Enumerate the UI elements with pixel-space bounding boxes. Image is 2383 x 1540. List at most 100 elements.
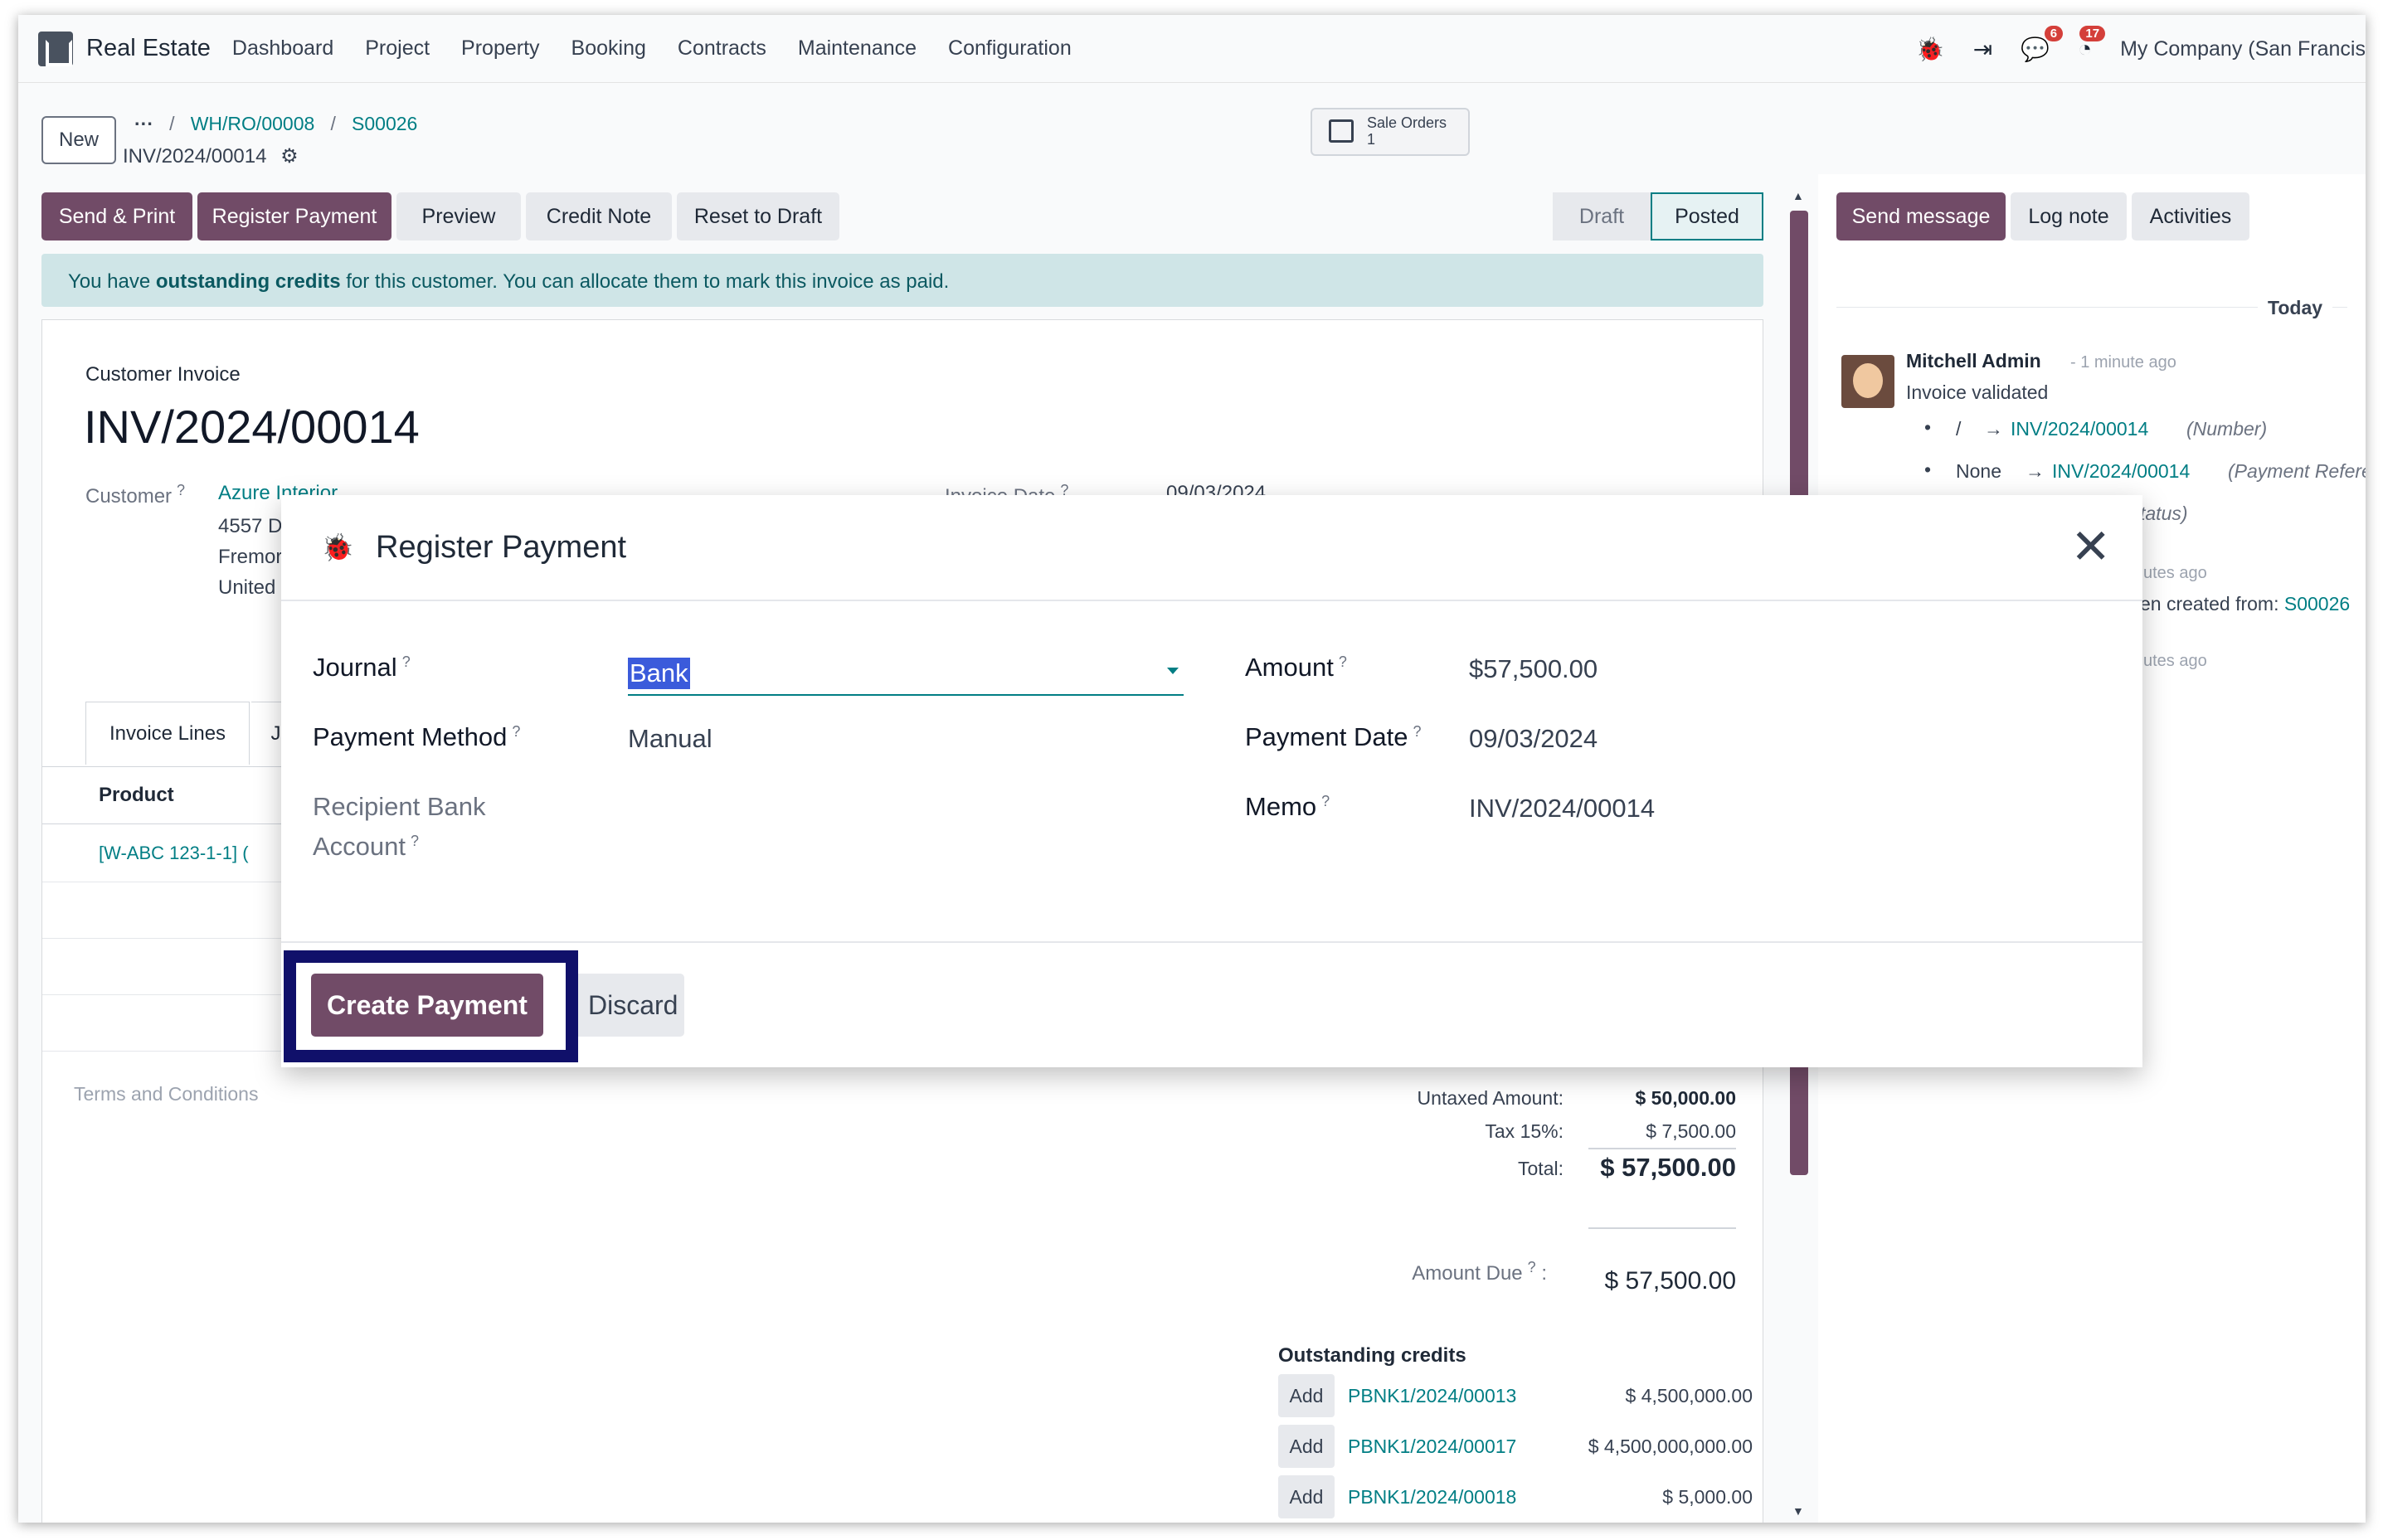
- credit-note-button[interactable]: Credit Note: [526, 192, 672, 240]
- memo-value[interactable]: INV/2024/00014: [1469, 794, 1655, 823]
- payment-method-value[interactable]: Manual: [628, 724, 712, 754]
- credit-ref-link[interactable]: PBNK1/2024/00017: [1348, 1436, 1516, 1458]
- register-payment-button[interactable]: Register Payment: [197, 192, 391, 240]
- amount-due-label: Amount Due? :: [1412, 1259, 1547, 1285]
- log-note-button[interactable]: Log note: [2011, 192, 2127, 240]
- untaxed-value: $ 50,000.00: [1635, 1087, 1736, 1109]
- app-name[interactable]: Real Estate: [86, 35, 211, 62]
- payment-date-value[interactable]: 09/03/2024: [1469, 724, 1598, 754]
- switch-user-icon[interactable]: ⇥: [1973, 36, 1992, 63]
- bullet: •: [1924, 416, 1932, 438]
- preview-button[interactable]: Preview: [396, 192, 521, 240]
- create-payment-button[interactable]: Create Payment: [311, 974, 543, 1037]
- message-time-partial: utes ago: [2143, 652, 2207, 670]
- menu-booking[interactable]: Booking: [571, 36, 646, 61]
- menu-property[interactable]: Property: [461, 36, 539, 61]
- messages-icon[interactable]: 💬 6: [2021, 25, 2064, 63]
- change-field: (Number): [2186, 418, 2268, 440]
- change-new-value[interactable]: INV/2024/00014: [2052, 460, 2190, 483]
- smart-button-label: Sale Orders: [1367, 114, 1447, 131]
- journal-select[interactable]: Bank: [628, 653, 1184, 696]
- today-label: Today: [2258, 297, 2333, 319]
- outstanding-credit-row: Add PBNK1/2024/00013 $ 4,500,000.00: [1278, 1374, 1753, 1417]
- breadcrumb-receipt[interactable]: WH/RO/00008: [191, 113, 315, 134]
- menu-maintenance[interactable]: Maintenance: [798, 36, 917, 61]
- message-time-partial: utes ago: [2143, 564, 2207, 582]
- company-switcher[interactable]: My Company (San Francis: [2120, 37, 2366, 61]
- tax-label: Tax 15%:: [1485, 1120, 1564, 1142]
- message-body: Invoice validated: [1906, 381, 2049, 403]
- message-author[interactable]: Mitchell Admin: [1906, 350, 2041, 372]
- reset-to-draft-button[interactable]: Reset to Draft: [677, 192, 839, 240]
- credit-amount: $ 4,500,000.00: [1625, 1385, 1753, 1406]
- new-button[interactable]: New: [41, 116, 116, 164]
- message-body-partial: en created from: S00026: [2140, 593, 2351, 615]
- arrow-right-icon: →: [1984, 418, 2003, 440]
- untaxed-label: Untaxed Amount:: [1417, 1087, 1564, 1109]
- register-payment-dialog: 🐞 Register Payment ✕ Journal? Bank Payme…: [281, 495, 2142, 1067]
- top-navbar: Real Estate Dashboard Project Property B…: [18, 15, 2366, 83]
- alert-text-bold: outstanding credits: [155, 270, 341, 293]
- breadcrumb-ellipsis[interactable]: ···: [134, 113, 153, 134]
- breadcrumb-sale-order[interactable]: S00026: [352, 113, 417, 134]
- menu-configuration[interactable]: Configuration: [948, 36, 1072, 61]
- credit-ref-link[interactable]: PBNK1/2024/00018: [1348, 1486, 1516, 1508]
- status-posted[interactable]: Posted: [1651, 192, 1763, 240]
- current-record-name: INV/2024/00014: [123, 145, 267, 168]
- add-credit-button[interactable]: Add: [1278, 1374, 1335, 1417]
- app-menu-icon[interactable]: [38, 31, 73, 66]
- app-window: Real Estate Dashboard Project Property B…: [18, 15, 2366, 1523]
- activities-button[interactable]: Activities: [2132, 192, 2249, 240]
- credit-amount: $ 5,000.00: [1662, 1486, 1753, 1508]
- amount-value[interactable]: $57,500.00: [1469, 654, 1598, 684]
- menu-dashboard[interactable]: Dashboard: [232, 36, 333, 61]
- dialog-header: 🐞 Register Payment ✕: [281, 495, 2142, 601]
- send-message-button[interactable]: Send message: [1836, 192, 2006, 240]
- close-icon[interactable]: ✕: [2070, 523, 2111, 571]
- total-label: Total:: [1518, 1158, 1564, 1179]
- change-old-value: None: [1956, 460, 2001, 482]
- scroll-down-arrow-icon[interactable]: ▼: [1792, 1504, 1804, 1518]
- change-new-value[interactable]: INV/2024/00014: [2011, 418, 2148, 440]
- credit-amount: $ 4,500,000,000.00: [1588, 1436, 1753, 1457]
- change-old-value: /: [1956, 418, 1962, 440]
- sale-order-link[interactable]: S00026: [2284, 593, 2350, 615]
- add-credit-button[interactable]: Add: [1278, 1475, 1335, 1518]
- discard-button[interactable]: Discard: [578, 974, 684, 1037]
- edit-document-icon: [1329, 119, 1354, 143]
- status-bar: Draft Posted: [1553, 192, 1763, 240]
- dialog-footer-divider: [281, 941, 2142, 943]
- send-print-button[interactable]: Send & Print: [41, 192, 192, 240]
- alert-text-post: for this customer. You can allocate them…: [340, 270, 950, 293]
- control-panel: New ··· / WH/RO/00008 / S00026 INV/2024/…: [18, 83, 2366, 174]
- memo-label: Memo?: [1245, 792, 1330, 821]
- change-field-partial: tatus): [2140, 503, 2188, 524]
- credit-ref-link[interactable]: PBNK1/2024/00013: [1348, 1385, 1516, 1407]
- recipient-bank-label-line2: Account?: [313, 832, 420, 861]
- breadcrumb: ··· / WH/RO/00008 / S00026: [134, 113, 417, 135]
- scroll-up-arrow-icon[interactable]: ▲: [1792, 189, 1804, 202]
- breadcrumb-separator: /: [319, 113, 347, 134]
- outstanding-credit-row: Add PBNK1/2024/00018 $ 5,000.00: [1278, 1475, 1753, 1518]
- chevron-down-icon[interactable]: [1167, 668, 1179, 674]
- main-menu: Dashboard Project Property Booking Contr…: [232, 36, 1072, 61]
- activities-clock-icon[interactable]: ◔ 17: [2078, 26, 2106, 62]
- sale-orders-smart-button[interactable]: Sale Orders 1: [1311, 108, 1470, 156]
- status-draft[interactable]: Draft: [1553, 192, 1651, 240]
- change-field: (Payment Referenc: [2228, 460, 2366, 482]
- menu-contracts[interactable]: Contracts: [678, 36, 766, 61]
- recipient-bank-label: Recipient Bank: [313, 792, 486, 821]
- amount-due-value: $ 57,500.00: [1604, 1267, 1736, 1295]
- outstanding-credit-row: Add PBNK1/2024/00017 $ 4,500,000,000.00: [1278, 1425, 1753, 1468]
- arrow-right-icon: →: [2026, 460, 2045, 482]
- amount-label: Amount?: [1245, 653, 1347, 682]
- payment-method-label: Payment Method?: [313, 722, 521, 751]
- debug-bug-icon[interactable]: 🐞: [1916, 36, 1945, 63]
- menu-project[interactable]: Project: [365, 36, 430, 61]
- gear-icon[interactable]: ⚙: [280, 145, 299, 168]
- add-credit-button[interactable]: Add: [1278, 1425, 1335, 1468]
- outstanding-credits-title: Outstanding credits: [1278, 1344, 1466, 1367]
- amount-due-divider: [1588, 1227, 1736, 1229]
- outstanding-credits-alert: You have outstanding credits for this cu…: [41, 254, 1763, 307]
- avatar[interactable]: [1841, 355, 1894, 408]
